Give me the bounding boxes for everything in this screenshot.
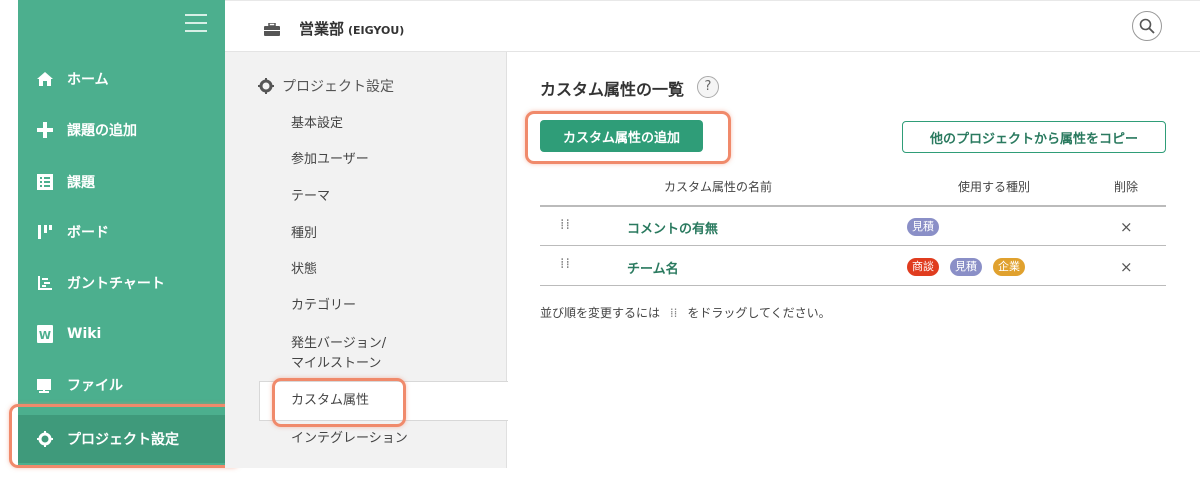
submenu-item-issue-types[interactable]: 種別 — [291, 224, 317, 244]
gantt-icon — [35, 273, 55, 293]
sidebar-item-label: 課題 — [67, 175, 95, 191]
project-title[interactable]: 営業部 (EIGYOU) — [299, 18, 404, 39]
wiki-icon: W — [35, 324, 55, 344]
submenu-item-basic[interactable]: 基本設定 — [291, 114, 343, 134]
sidebar-item-add-issue[interactable]: 課題の追加 — [18, 110, 225, 150]
search-button[interactable] — [1132, 11, 1162, 41]
help-icon[interactable]: ? — [697, 76, 719, 98]
sidebar-item-board[interactable]: ボード — [18, 212, 225, 252]
plus-icon — [35, 120, 55, 140]
table-row-name[interactable]: コメントの有無 — [627, 218, 718, 237]
drag-handle-icon: ⁞⁞ — [669, 306, 678, 320]
page-title: カスタム属性の一覧 — [540, 80, 685, 99]
type-badge: 見積 — [950, 258, 982, 276]
delete-icon[interactable]: × — [1120, 258, 1133, 276]
table-divider — [540, 205, 1166, 207]
type-badge: 見積 — [907, 218, 939, 236]
svg-text:W: W — [39, 329, 51, 342]
submenu-item-version[interactable]: 発生バージョン/ マイルストーン — [291, 334, 386, 374]
project-key: (EIGYOU) — [348, 24, 405, 37]
project-name: 営業部 — [299, 20, 345, 38]
sidebar-item-label: 課題の追加 — [67, 123, 137, 139]
type-badge: 商談 — [907, 258, 939, 276]
table-divider — [540, 245, 1166, 246]
header: 営業部 (EIGYOU) — [225, 0, 1200, 52]
menu-icon[interactable] — [185, 14, 207, 32]
column-header-name: カスタム属性の名前 — [664, 180, 773, 194]
highlight-box — [525, 111, 731, 164]
drag-handle-icon[interactable]: ⁞⁞ — [560, 217, 571, 233]
sidebar-item-gantt[interactable]: ガントチャート — [18, 263, 225, 303]
highlight-box — [9, 404, 241, 468]
sidebar-item-label: ホーム — [67, 72, 109, 88]
folder-icon — [35, 375, 55, 395]
briefcase-icon — [264, 21, 280, 40]
submenu-item-theme[interactable]: テーマ — [291, 187, 330, 207]
submenu-item-integration[interactable]: インテグレーション — [291, 429, 408, 449]
board-icon — [35, 222, 55, 242]
sidebar-item-label: ボード — [67, 225, 109, 241]
table-divider — [540, 285, 1166, 286]
sidebar: ホーム 課題の追加 課題 ボード ガントチャート W Wiki ファイル プロジ… — [18, 0, 225, 466]
sidebar-item-label: ガントチャート — [67, 276, 165, 292]
gear-icon — [258, 78, 274, 94]
submenu-item-users[interactable]: 参加ユーザー — [291, 150, 369, 170]
submenu-item-status[interactable]: 状態 — [291, 260, 317, 280]
sidebar-item-wiki[interactable]: W Wiki — [18, 314, 225, 354]
column-header-delete: 削除 — [1114, 180, 1139, 194]
table-row-name[interactable]: チーム名 — [627, 258, 679, 277]
reorder-hint: 並び順を変更するには ⁞⁞ をドラッグしてください。 — [540, 306, 831, 320]
sidebar-item-label: ファイル — [67, 378, 123, 394]
submenu-item-category[interactable]: カテゴリー — [291, 296, 356, 316]
home-icon — [35, 69, 55, 89]
highlight-box — [272, 378, 406, 427]
sidebar-item-home[interactable]: ホーム — [18, 59, 225, 99]
column-header-type: 使用する種別 — [958, 180, 1031, 194]
list-icon — [35, 172, 55, 192]
search-icon — [1139, 18, 1155, 34]
sidebar-item-label: Wiki — [67, 326, 102, 342]
copy-from-project-button[interactable]: 他のプロジェクトから属性をコピー — [902, 121, 1166, 153]
drag-handle-icon[interactable]: ⁞⁞ — [560, 256, 571, 272]
delete-icon[interactable]: × — [1120, 218, 1133, 236]
submenu-title: プロジェクト設定 — [258, 76, 394, 96]
sidebar-item-files[interactable]: ファイル — [18, 365, 225, 405]
sidebar-item-issues[interactable]: 課題 — [18, 162, 225, 202]
type-badge: 企業 — [993, 258, 1025, 276]
